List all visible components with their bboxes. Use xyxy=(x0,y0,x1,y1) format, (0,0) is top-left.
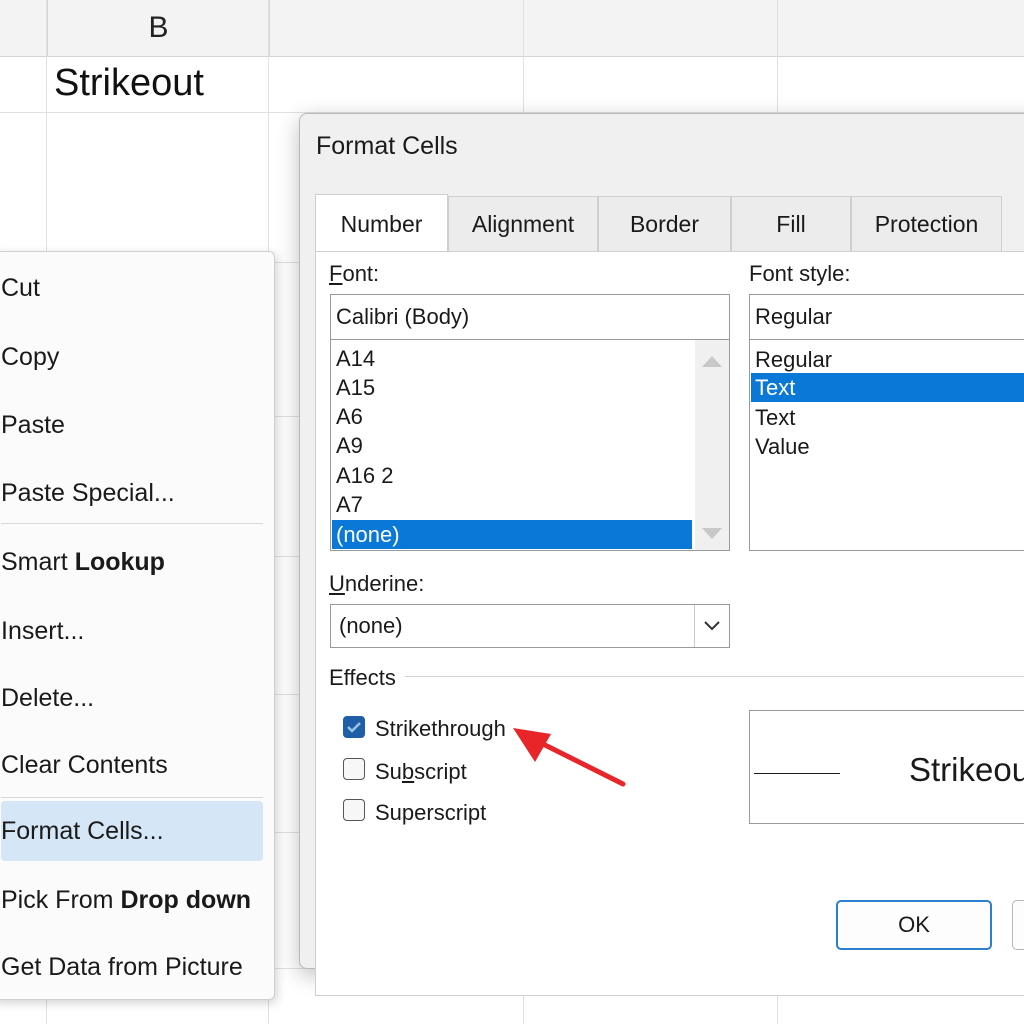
list-item[interactable]: A9 xyxy=(332,431,692,460)
list-item[interactable]: A7 xyxy=(332,490,692,519)
tab-number[interactable]: Number xyxy=(315,194,448,254)
dialog-tabs: Number Alignment Border Fill Protection xyxy=(315,194,1024,254)
list-item[interactable]: Regular xyxy=(751,345,1024,374)
dialog-title: Format Cells xyxy=(316,132,458,160)
scroll-up-icon[interactable] xyxy=(702,356,722,367)
subscript-checkbox[interactable] xyxy=(343,758,365,780)
context-menu: Cut Copy Paste Paste Special... Smart Loo… xyxy=(0,251,275,1000)
list-item[interactable]: Value xyxy=(751,432,1024,461)
list-item[interactable]: Text xyxy=(751,403,1024,432)
menu-item-clear-contents[interactable]: Clear Contents xyxy=(1,735,263,795)
menu-item-get-data-from-picture[interactable]: Get Data from Picture xyxy=(1,937,263,997)
list-item-selected[interactable]: Text xyxy=(751,373,1024,402)
preview-text: Strikeout xyxy=(909,751,1024,788)
font-style-label: Font style: xyxy=(749,261,851,286)
menu-item-insert[interactable]: Insert... xyxy=(1,601,263,661)
preview-box: Strikeout xyxy=(749,710,1024,824)
list-item[interactable]: A6 xyxy=(332,402,692,431)
tab-protection[interactable]: Protection xyxy=(851,196,1002,252)
underline-value: (none) xyxy=(339,613,403,638)
menu-item-copy[interactable]: Copy xyxy=(1,327,263,387)
annotation-arrow-icon xyxy=(513,728,626,787)
superscript-label[interactable]: Superscript xyxy=(375,800,486,826)
strikethrough-checkbox[interactable] xyxy=(343,716,365,738)
subscript-label[interactable]: Subscript xyxy=(375,759,467,785)
list-item[interactable]: A15 xyxy=(332,373,692,402)
tab-alignment[interactable]: Alignment xyxy=(448,196,598,252)
menu-item-format-cells[interactable]: Format Cells... xyxy=(1,801,263,861)
list-item[interactable]: A14 xyxy=(332,344,692,373)
column-header-b[interactable]: B xyxy=(47,0,270,56)
underline-select[interactable]: (none) xyxy=(330,604,730,648)
menu-item-delete[interactable]: Delete... xyxy=(1,668,263,728)
list-item-selected[interactable]: (none) xyxy=(332,520,692,549)
menu-item-paste-special[interactable]: Paste Special... xyxy=(1,463,263,523)
font-list-scrollbar[interactable] xyxy=(695,340,729,550)
superscript-checkbox[interactable] xyxy=(343,799,365,821)
font-list[interactable]: A14 A15 A6 A9 A16 2 A7 (none) xyxy=(330,339,730,551)
tab-fill[interactable]: Fill xyxy=(731,196,851,252)
menu-item-paste[interactable]: Paste xyxy=(1,395,263,455)
list-item[interactable]: A16 2 xyxy=(332,461,692,490)
preview-line xyxy=(754,773,840,774)
font-style-input[interactable]: Regular xyxy=(749,294,1024,340)
cell-b1[interactable]: Strikeout xyxy=(54,62,204,105)
chevron-down-icon[interactable] xyxy=(694,605,729,647)
ok-button[interactable]: OK xyxy=(836,900,992,950)
effects-label: Effects xyxy=(329,665,396,690)
font-style-list[interactable]: Regular Text Text Value xyxy=(749,339,1024,551)
menu-item-smart-lookup[interactable]: Smart Lookup xyxy=(1,532,263,592)
menu-item-pick-from-drop-down[interactable]: Pick From Drop down xyxy=(1,870,263,930)
menu-separator xyxy=(1,523,263,524)
underline-label: Underine: xyxy=(329,571,425,596)
effects-divider xyxy=(405,676,1024,677)
tab-border[interactable]: Border xyxy=(598,196,731,252)
strikethrough-label[interactable]: Strikethrough xyxy=(375,716,506,742)
menu-item-cut[interactable]: Cut xyxy=(1,258,263,318)
font-label: Font: xyxy=(329,261,380,286)
font-input[interactable]: Calibri (Body) xyxy=(330,294,730,340)
cancel-button[interactable] xyxy=(1012,900,1024,950)
checkmark-icon xyxy=(347,722,361,733)
menu-separator xyxy=(1,797,263,798)
scroll-down-icon[interactable] xyxy=(702,528,722,539)
